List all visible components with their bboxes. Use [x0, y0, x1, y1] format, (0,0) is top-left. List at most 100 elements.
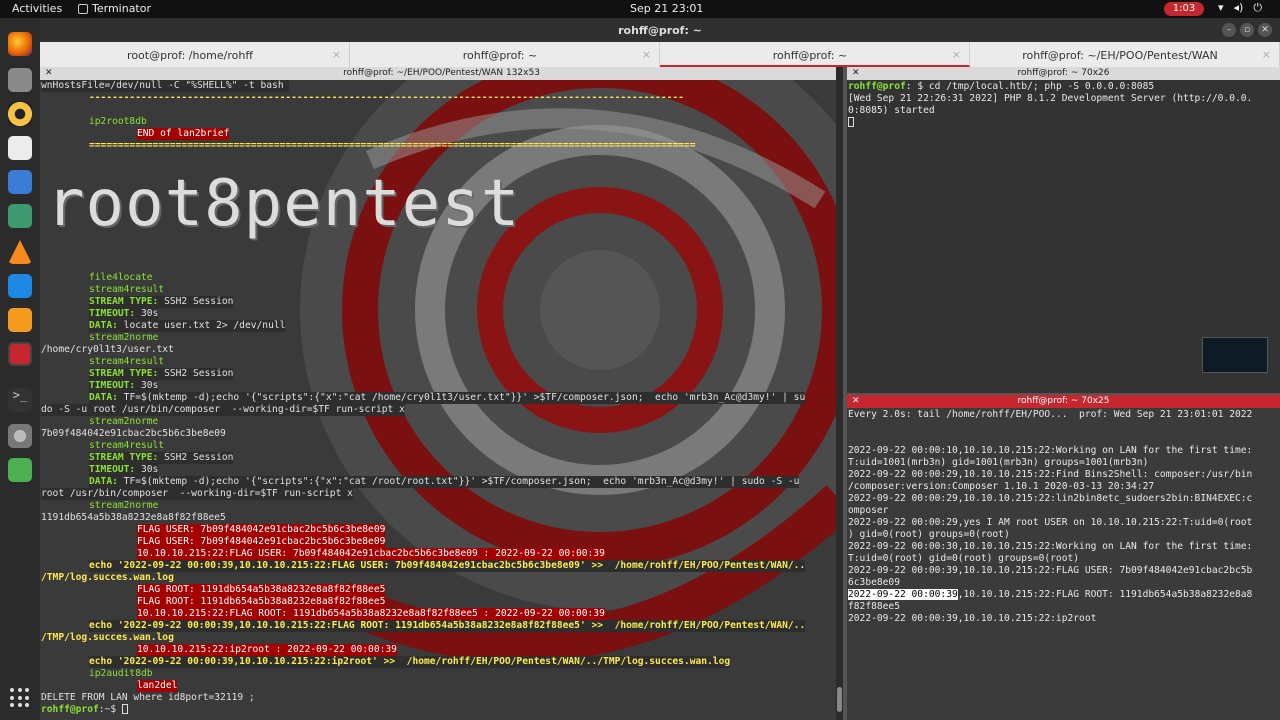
terminal-line: 1191db654a5b38a8232e8a8f82f88ee5 — [41, 512, 226, 523]
prompt-user: rohff@prof — [848, 81, 906, 92]
prompt-line[interactable]: rohff@prof:~$ — [41, 704, 128, 716]
terminal-line: [Wed Sep 21 22:26:31 2022] PHP 8.1.2 Dev… — [848, 93, 1253, 104]
terminal-line: 10.10.10.215:22:FLAG USER: 7b09f484042e9… — [137, 548, 605, 560]
echo-path: /home/rohff/EH/POO/Pentest/WAN/.. — [603, 620, 806, 631]
value: 30s — [135, 308, 159, 319]
maximize-icon[interactable]: ▫ — [1240, 23, 1254, 37]
terminal-pane-left[interactable]: ✕ rohff@prof: ~/EH/POO/Pentest/WAN 132x53… — [40, 67, 843, 720]
line-rest: ,10.10.10.215:22:FLAG ROOT: 1191db654a5b… — [957, 589, 1253, 600]
terminal-line: DELETE FROM LAN where id8port=32119 ; — [41, 692, 255, 703]
rhythmbox-icon[interactable] — [8, 102, 32, 126]
activities-button[interactable]: Activities — [12, 2, 62, 15]
tab-3[interactable]: rohff@prof: ~ × — [660, 42, 970, 67]
terminal-line: 2022-09-22 00:00:39,10.10.10.215:22:ip2r… — [848, 613, 1097, 624]
show-apps-icon[interactable] — [10, 688, 30, 708]
terminal-line: /TMP/log.succes.wan.log — [41, 572, 174, 584]
system-tray[interactable]: ▾ ◂) ⏻ — [1218, 1, 1262, 15]
terminal-line: f82f88ee5 — [848, 601, 900, 612]
cursor — [848, 117, 854, 127]
files-icon[interactable] — [8, 68, 32, 92]
window-title: rohff@prof: ~ — [618, 24, 702, 37]
app-name: Terminator — [92, 2, 151, 15]
settings-icon[interactable] — [8, 424, 32, 448]
terminal-line: lan2del — [137, 680, 178, 692]
label: DATA: — [89, 320, 118, 331]
pane-header: ✕ rohff@prof: ~ 70x25 — [847, 395, 1280, 408]
terminal-line: ip2audit8db — [89, 668, 153, 680]
terminal-pane-bottom-right[interactable]: ✕ rohff@prof: ~ 70x25 Every 2.0s: tail /h… — [847, 395, 1280, 720]
prompt-icon[interactable]: >_ — [8, 388, 32, 412]
tab-4[interactable]: rohff@prof: ~/EH/POO/Pentest/WAN × — [970, 42, 1280, 67]
terminal-line: Every 2.0s: tail /home/rohff/EH/POO... p… — [848, 409, 1253, 420]
terminal-line: FLAG USER: 7b09f484042e91cbac2bc5b6c3be8… — [137, 536, 386, 548]
prompt-user: rohff@prof — [41, 704, 99, 715]
value: 30s — [135, 464, 159, 475]
value: SSH2 Session — [158, 296, 234, 307]
ascii-banner: root8pentest — [46, 167, 521, 241]
pane-header: ✕ rohff@prof: ~ 70x26 — [847, 67, 1280, 80]
close-icon[interactable]: × — [1262, 48, 1271, 61]
firefox-icon[interactable] — [8, 32, 32, 56]
terminal-line: FLAG ROOT: 1191db654a5b38a8232e8a8f82f88… — [137, 596, 386, 608]
close-icon[interactable]: ✕ — [45, 67, 53, 80]
close-icon[interactable]: × — [642, 48, 651, 61]
tab-label: rohff@prof: ~ — [462, 49, 538, 62]
terminal-line: 2022-09-22 00:00:29,10.10.10.215:22:Find… — [848, 469, 1253, 480]
close-icon[interactable]: ✕ — [1258, 23, 1272, 37]
vlc-icon[interactable] — [8, 240, 32, 264]
terminal-line: /home/cry0l1t3/user.txt — [41, 344, 174, 355]
terminal-line: FLAG ROOT: 1191db654a5b38a8232e8a8f82f88… — [137, 584, 386, 596]
echo-cmd: echo '2022-09-22 00:00:39,10.10.10.215:2… — [89, 560, 604, 571]
value: SSH2 Session — [158, 368, 234, 379]
trash-icon[interactable] — [8, 458, 32, 482]
tab-2[interactable]: rohff@prof: ~ × — [350, 42, 660, 67]
label: TIMEOUT: — [89, 380, 136, 391]
terminal-line: /TMP/log.succes.wan.log — [41, 632, 174, 644]
terminal-line: file4locate — [89, 272, 153, 284]
echo-cmd: echo '2022-09-22 00:00:39,10.10.10.215:2… — [89, 620, 604, 631]
label: STREAM TYPE: — [89, 296, 159, 307]
virtualbox-icon[interactable] — [8, 308, 32, 332]
scrollbar[interactable] — [836, 67, 843, 720]
tab-label: rohff@prof: ~ — [772, 49, 848, 62]
close-icon[interactable]: ✕ — [852, 395, 860, 408]
terminal-line: 10.10.10.215:22:FLAG ROOT: 1191db654a5b3… — [137, 608, 605, 620]
terminal-line: stream2norme — [89, 500, 159, 512]
label: STREAM TYPE: — [89, 368, 159, 379]
close-icon[interactable]: × — [332, 48, 341, 61]
terminal-line: FLAG USER: 7b09f484042e91cbac2bc5b6c3be8… — [137, 524, 386, 536]
terminator-icon[interactable] — [8, 342, 32, 366]
terminal-line: omposer — [848, 505, 889, 516]
tab-1[interactable]: root@prof: /home/rohff × — [40, 42, 350, 67]
echo-path: /home/rohff/EH/POO/Pentest/WAN/.. — [603, 560, 806, 571]
terminal-line: ip2root8db — [89, 116, 147, 128]
close-icon[interactable]: × — [952, 48, 961, 61]
minimize-icon[interactable]: – — [1222, 23, 1236, 37]
terminal-line: /composer:version:Composer 1.10.1 2020-0… — [848, 481, 1155, 492]
clock[interactable]: Sep 21 23:01 — [630, 2, 703, 15]
terminal-line: stream4result — [89, 284, 165, 296]
label: DATA: — [89, 476, 118, 487]
close-icon[interactable]: ✕ — [852, 67, 860, 80]
label: DATA: — [89, 392, 118, 403]
terminal-line: root /usr/bin/composer --working-dir=$TF… — [41, 488, 353, 500]
terminal-line: stream4result — [89, 356, 165, 368]
wifi-icon: ▾ — [1218, 1, 1224, 14]
text-editor-icon[interactable] — [8, 136, 32, 160]
terminal-icon — [78, 3, 88, 14]
spreadsheet-icon[interactable] — [8, 204, 32, 228]
terminal-line: wnHostsFile=/dev/null -C "%SHELL%" -t ba… — [41, 80, 290, 92]
scrollbar-thumb[interactable] — [837, 687, 842, 712]
terminal-line: 2022-09-22 00:00:29,yes I AM root USER o… — [848, 517, 1253, 528]
label: TIMEOUT: — [89, 464, 136, 475]
document-icon[interactable] — [8, 170, 32, 194]
monitor-icon[interactable] — [8, 274, 32, 298]
battery-indicator[interactable]: 1:03 — [1164, 2, 1204, 16]
echo-path: /home/rohff/EH/POO/Pentest/WAN/../TMP/lo… — [395, 656, 731, 667]
terminal-pane-top-right[interactable]: ✕ rohff@prof: ~ 70x26 rohff@prof: $ cd /t… — [847, 67, 1280, 393]
app-menu[interactable]: Terminator — [78, 2, 151, 15]
selected-text[interactable]: 2022-09-22 00:00:39 — [848, 589, 958, 600]
terminal-line: ========================================… — [89, 140, 696, 151]
terminal-line: stream2norme — [89, 332, 159, 344]
window-titlebar[interactable]: rohff@prof: ~ – ▫ ✕ — [40, 18, 1280, 42]
